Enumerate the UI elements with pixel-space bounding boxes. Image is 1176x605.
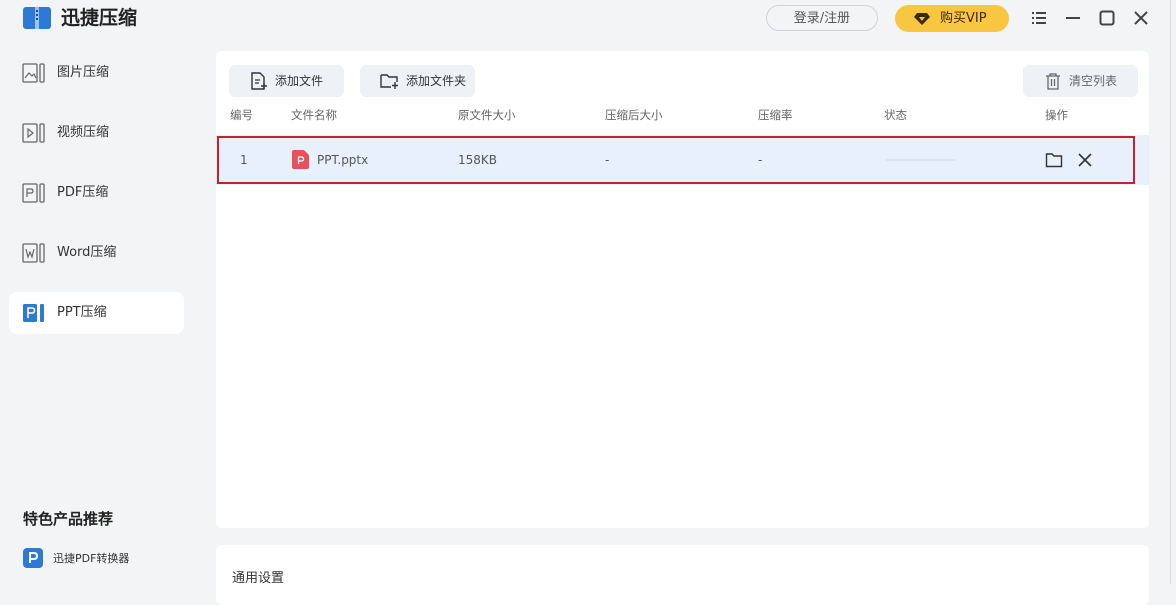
buy-vip-button[interactable]: 购买VIP — [895, 5, 1009, 32]
close-icon[interactable] — [1133, 10, 1149, 26]
minimize-icon[interactable] — [1065, 10, 1081, 26]
trash-icon — [1046, 73, 1060, 90]
column-header-index: 编号 — [230, 108, 253, 122]
column-header-status: 状态 — [884, 108, 907, 122]
menu-list-icon[interactable] — [1031, 10, 1047, 26]
column-header-ratio: 压缩率 — [758, 108, 793, 122]
column-header-original-size: 原文件大小 — [458, 108, 516, 122]
sidebar-item-pdf-compress[interactable]: PDF压缩 — [9, 172, 184, 214]
image-compress-icon — [22, 63, 45, 83]
column-header-compressed-size: 压缩后大小 — [605, 108, 663, 122]
pdf-compress-icon — [22, 183, 45, 203]
sidebar-item-label: PDF压缩 — [57, 185, 109, 200]
promo-item-label: 迅捷PDF转换器 — [53, 552, 130, 565]
clear-list-label: 清空列表 — [1069, 74, 1118, 88]
sidebar-item-word-compress[interactable]: Word压缩 — [9, 232, 184, 274]
sidebar-item-label: 视频压缩 — [57, 125, 110, 140]
add-folder-icon — [380, 74, 398, 89]
add-file-label: 添加文件 — [275, 74, 324, 88]
add-file-icon — [251, 72, 267, 90]
sidebar-item-ppt-compress[interactable]: PPT压缩 — [9, 292, 184, 334]
diamond-icon — [914, 13, 930, 25]
sidebar-item-label: 图片压缩 — [57, 65, 110, 80]
add-folder-label: 添加文件夹 — [406, 74, 467, 88]
pdf-converter-icon — [23, 548, 43, 568]
column-header-filename: 文件名称 — [291, 108, 337, 122]
window-edge-divider — [1170, 0, 1171, 584]
promo-section-title: 特色产品推荐 — [23, 510, 114, 528]
sidebar-item-image-compress[interactable]: 图片压缩 — [9, 52, 184, 94]
sidebar-item-label: PPT压缩 — [57, 305, 107, 320]
video-compress-icon — [22, 123, 45, 143]
selected-row-highlight — [217, 136, 1135, 184]
add-folder-button[interactable]: 添加文件夹 — [360, 65, 475, 97]
login-register-button[interactable]: 登录/注册 — [766, 5, 878, 31]
general-settings-panel: 通用设置 — [216, 545, 1149, 605]
add-file-button[interactable]: 添加文件 — [229, 65, 344, 97]
sidebar-item-label: Word压缩 — [57, 245, 117, 260]
maximize-icon[interactable] — [1099, 10, 1115, 26]
word-compress-icon — [22, 243, 45, 263]
app-title: 迅捷压缩 — [61, 7, 138, 29]
ppt-compress-icon — [23, 304, 44, 322]
clear-list-button[interactable]: 清空列表 — [1023, 65, 1138, 97]
sidebar-item-video-compress[interactable]: 视频压缩 — [9, 112, 184, 154]
buy-vip-label: 购买VIP — [940, 11, 987, 26]
settings-title: 通用设置 — [232, 571, 285, 586]
app-logo-icon — [23, 7, 51, 29]
file-list-panel: 添加文件 添加文件夹 清空列表 编号 文件名称 原文件大小 压缩后大小 压缩率 … — [216, 51, 1149, 528]
column-header-actions: 操作 — [1045, 108, 1068, 122]
